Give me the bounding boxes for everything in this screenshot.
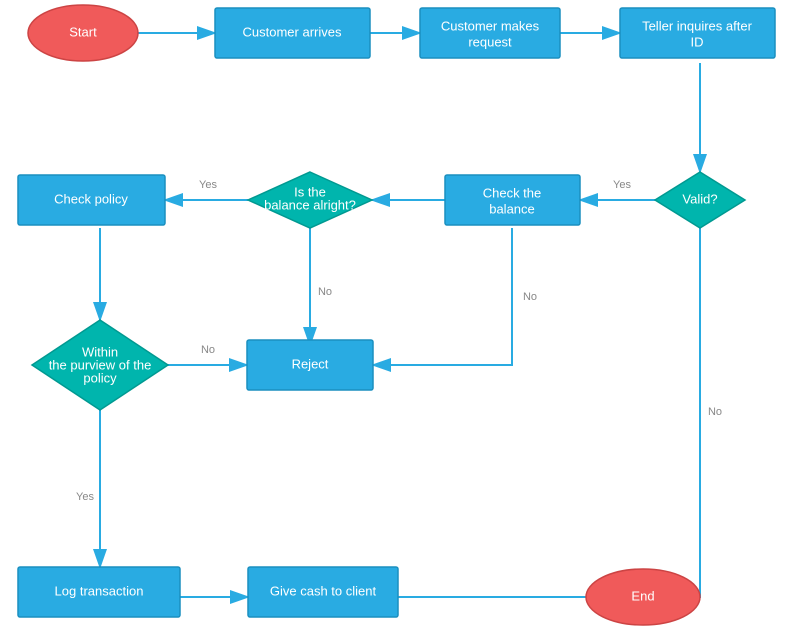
node-teller-label2: ID [691, 34, 704, 49]
arrow-check-balance-reject-no [373, 228, 512, 365]
node-end-label: End [631, 588, 654, 603]
node-request-label1: Customer makes [441, 18, 540, 33]
node-give-cash-label: Give cash to client [270, 583, 377, 598]
node-check-balance-label2: balance [489, 201, 535, 216]
label-yes-balance: Yes [199, 179, 217, 191]
label-no-purview: No [201, 344, 215, 356]
node-log-label: Log transaction [55, 583, 144, 598]
node-check-balance-label1: Check the [483, 185, 542, 200]
node-valid-label: Valid? [682, 191, 717, 206]
node-check-policy-label: Check policy [54, 191, 128, 206]
label-no-balance: No [318, 286, 332, 298]
node-reject-label: Reject [292, 356, 329, 371]
node-balance-alright-label2: balance alright? [264, 197, 356, 212]
label-no-check-balance: No [523, 291, 537, 303]
node-customer-arrives-label: Customer arrives [243, 24, 342, 39]
node-start-label: Start [69, 24, 97, 39]
arrow-valid-end-no [670, 228, 700, 597]
node-teller-label1: Teller inquires after [642, 18, 752, 33]
label-yes-valid: Yes [613, 179, 631, 191]
node-request-label2: request [468, 34, 512, 49]
label-yes-purview: Yes [76, 491, 94, 503]
node-purview-label3: policy [83, 370, 117, 385]
label-no-valid: No [708, 406, 722, 418]
